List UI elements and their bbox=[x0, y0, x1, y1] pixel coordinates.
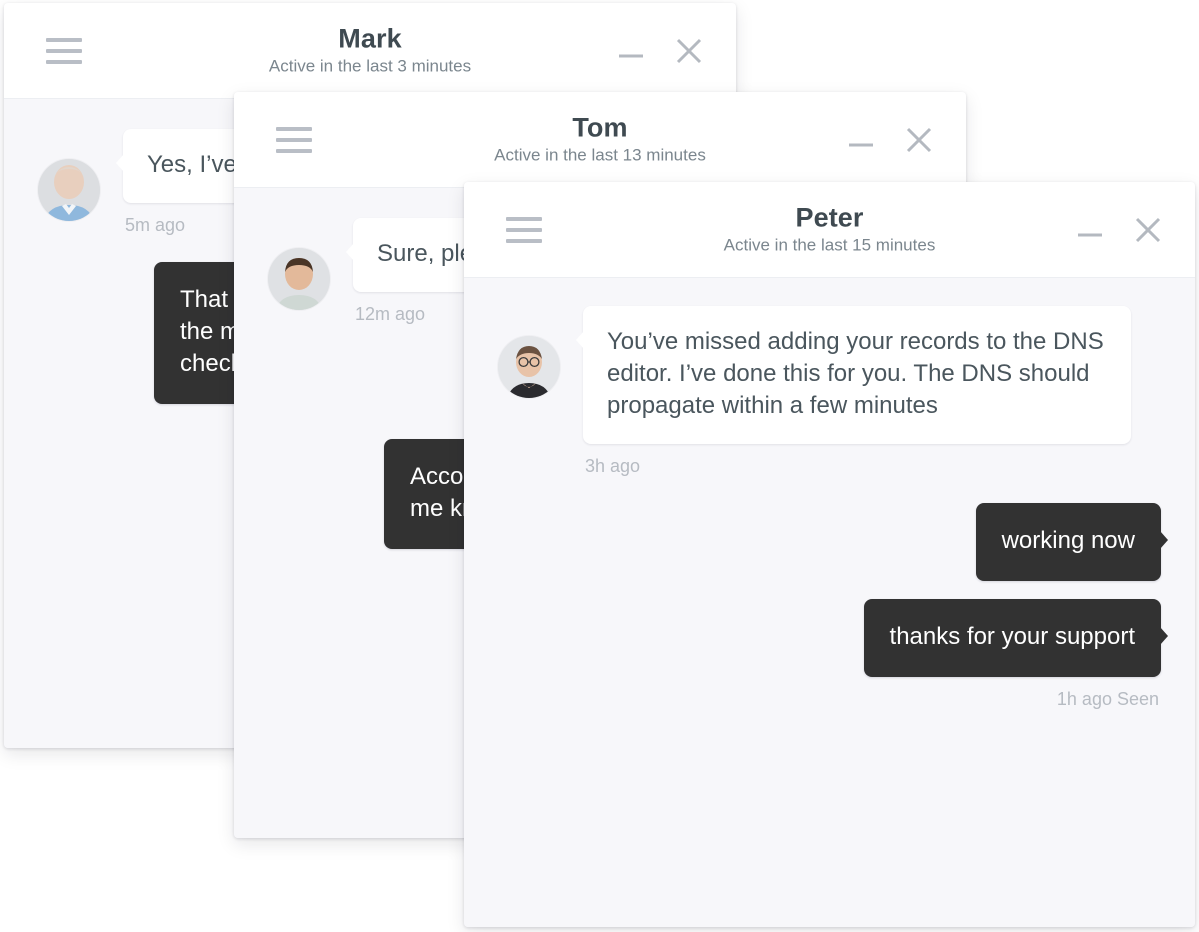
message-bubble-outgoing: working now bbox=[975, 502, 1169, 581]
message-list[interactable]: You’ve missed adding your records to the… bbox=[464, 278, 1195, 927]
chat-window-peter[interactable]: Peter Active in the last 15 minutes You’… bbox=[464, 182, 1195, 927]
chat-header: Peter Active in the last 15 minutes bbox=[464, 182, 1195, 278]
window-controls bbox=[612, 32, 708, 70]
minimize-icon[interactable] bbox=[1071, 211, 1109, 249]
avatar bbox=[38, 159, 100, 221]
close-icon[interactable] bbox=[900, 121, 938, 159]
message-row-outgoing: working now bbox=[498, 502, 1169, 581]
hamburger-menu-icon[interactable] bbox=[46, 37, 82, 64]
hamburger-menu-icon[interactable] bbox=[506, 216, 542, 243]
bubble-column: You’ve missed adding your records to the… bbox=[576, 306, 1131, 499]
avatar bbox=[268, 248, 330, 310]
window-controls bbox=[842, 121, 938, 159]
message-bubble-incoming: You’ve missed adding your records to the… bbox=[576, 306, 1131, 444]
chat-header: Tom Active in the last 13 minutes bbox=[234, 92, 966, 188]
message-timestamp: 3h ago bbox=[585, 455, 641, 476]
avatar bbox=[498, 336, 560, 398]
window-controls bbox=[1071, 211, 1167, 249]
close-icon[interactable] bbox=[670, 32, 708, 70]
message-status-timestamp: 1h ago Seen bbox=[1056, 688, 1159, 709]
chat-windows-stage: Mark Active in the last 3 minutes Yes, I… bbox=[0, 0, 1199, 932]
minimize-icon[interactable] bbox=[842, 121, 880, 159]
minimize-icon[interactable] bbox=[612, 32, 650, 70]
message-row-outgoing: thanks for your support 1h ago Seen bbox=[498, 598, 1169, 732]
message-row-incoming: You’ve missed adding your records to the… bbox=[498, 306, 1161, 499]
hamburger-menu-icon[interactable] bbox=[276, 126, 312, 153]
close-icon[interactable] bbox=[1129, 211, 1167, 249]
chat-header: Mark Active in the last 3 minutes bbox=[4, 3, 736, 99]
bubble-column: working now bbox=[975, 502, 1169, 581]
bubble-column: thanks for your support 1h ago Seen bbox=[863, 598, 1169, 732]
message-bubble-outgoing: thanks for your support bbox=[863, 598, 1169, 677]
